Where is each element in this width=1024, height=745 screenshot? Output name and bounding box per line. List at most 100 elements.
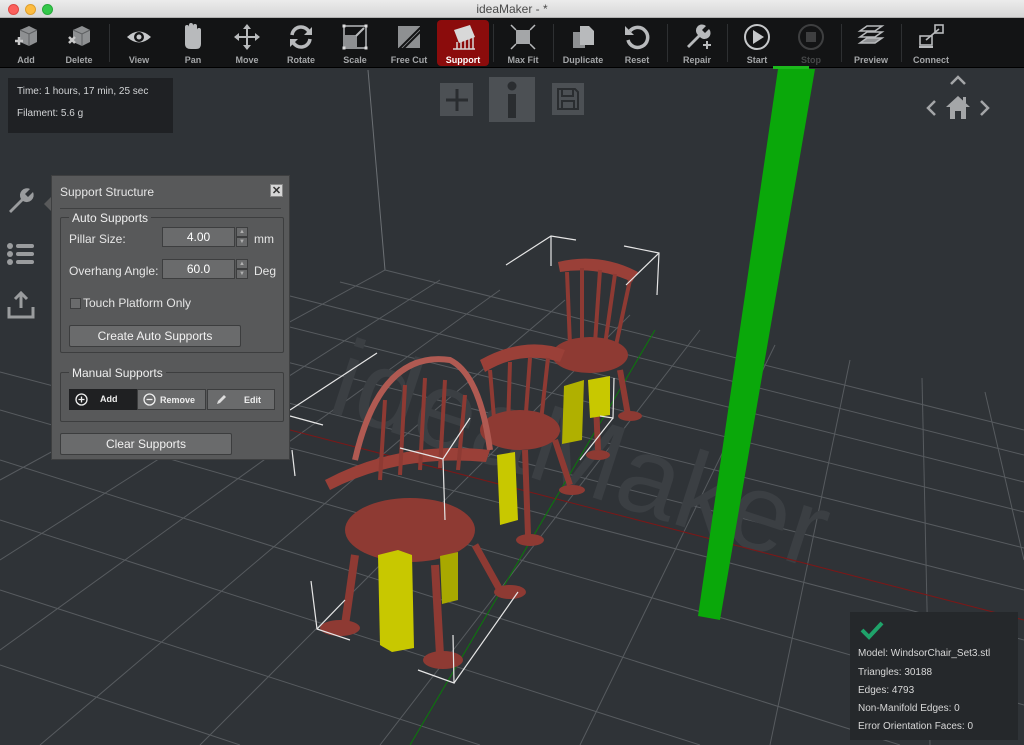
toolbar-support-button[interactable]: Support <box>437 20 489 66</box>
pillar-size-decrement[interactable]: ▼ <box>236 237 248 247</box>
toolbar-preview-button[interactable]: Preview <box>845 20 897 66</box>
panel-close-button[interactable]: ✕ <box>270 184 283 197</box>
toolbar-stop-label: Stop <box>801 55 821 65</box>
free-cut-icon <box>398 26 422 50</box>
model-info-box: Model: WindsorChair_Set3.stl Triangles: … <box>850 612 1018 740</box>
filament-weight-text: Filament: 5.6 g <box>17 108 84 119</box>
toolbar-delete-button[interactable]: Delete <box>53 20 105 66</box>
manual-edit-button[interactable]: Edit <box>207 389 275 410</box>
toolbar-scale-button[interactable]: Scale <box>329 20 381 66</box>
layers-icon <box>857 25 885 44</box>
repair-wrench-icon <box>687 24 711 49</box>
toolbar-rotate-label: Rotate <box>286 55 315 65</box>
save-view-button[interactable] <box>552 83 584 115</box>
wrench-icon[interactable] <box>6 186 36 216</box>
toolbar-connect-button[interactable]: Connect <box>905 20 957 66</box>
rotate-icon <box>290 25 312 49</box>
toolbar-separator <box>553 24 554 62</box>
panel-title: Support Structure <box>60 185 155 199</box>
toolbar-add-label: Add <box>17 55 35 65</box>
save-disk-icon <box>557 88 579 110</box>
info-icon <box>507 81 517 118</box>
toolbar-support-label: Support <box>445 55 481 65</box>
pencil-icon <box>217 395 226 404</box>
manual-edit-label: Edit <box>244 395 261 405</box>
toolbar-scale-label: Scale <box>343 55 367 65</box>
stop-icon <box>798 24 824 50</box>
move-arrows-icon <box>234 24 260 50</box>
toolbar-separator <box>667 24 668 62</box>
auto-supports-legend: Auto Supports <box>69 211 152 225</box>
toolbar-repair-button[interactable]: Repair <box>671 20 723 66</box>
overhang-angle-unit: Deg <box>254 264 277 278</box>
toolbar-reset-button[interactable]: Reset <box>611 20 663 66</box>
panel-divider <box>60 208 281 209</box>
duplicate-icon <box>573 26 594 48</box>
toolbar-separator <box>109 24 110 62</box>
toolbar-max-fit-label: Max Fit <box>507 55 539 65</box>
max-fit-icon <box>510 24 536 50</box>
pillar-size-input[interactable] <box>162 227 235 247</box>
auto-supports-group: Auto Supports Pillar Size: ▲▼ mm Overhan… <box>60 211 284 353</box>
support-structure-panel: Support Structure ✕ Auto Supports Pillar… <box>51 175 290 460</box>
manual-supports-group: Manual Supports Add Remove Edit <box>60 366 284 422</box>
info-button[interactable] <box>489 77 535 122</box>
main-toolbar: Add Delete View Pan Move Rotate Scale Fr… <box>0 18 1024 68</box>
create-auto-supports-button[interactable]: Create Auto Supports <box>69 325 241 347</box>
toolbar-free-cut-button[interactable]: Free Cut <box>383 20 435 66</box>
add-circle-icon <box>75 393 88 406</box>
overhang-angle-decrement[interactable]: ▼ <box>236 269 248 279</box>
toolbar-max-fit-button[interactable]: Max Fit <box>497 20 549 66</box>
add-view-button[interactable] <box>440 83 473 116</box>
manual-supports-legend: Manual Supports <box>69 366 166 380</box>
pillar-size-label: Pillar Size: <box>69 232 126 246</box>
print-estimate-box: Time: 1 hours, 17 min, 25 sec Filament: … <box>8 78 173 133</box>
nav-left-icon[interactable] <box>924 98 938 118</box>
pillar-size-increment[interactable]: ▲ <box>236 227 248 237</box>
touch-platform-checkbox[interactable] <box>70 298 81 309</box>
remove-circle-icon <box>143 393 156 406</box>
toolbar-view-label: View <box>128 55 150 65</box>
nav-right-icon[interactable] <box>978 98 992 118</box>
toolbar-repair-label: Repair <box>682 55 711 65</box>
wall-edge-line <box>367 69 386 271</box>
toolbar-start-label: Start <box>746 55 768 65</box>
toolbar-view-button[interactable]: View <box>113 20 165 66</box>
toolbar-separator <box>493 24 494 62</box>
toolbar-free-cut-label: Free Cut <box>390 55 428 65</box>
print-time-text: Time: 1 hours, 17 min, 25 sec <box>17 86 149 97</box>
toolbar-duplicate-button[interactable]: Duplicate <box>557 20 609 66</box>
manual-remove-label: Remove <box>160 395 196 405</box>
toolbar-rotate-button[interactable]: Rotate <box>275 20 327 66</box>
toolbar-separator <box>727 24 728 62</box>
toolbar-duplicate-label: Duplicate <box>562 55 604 65</box>
reset-icon <box>625 25 650 50</box>
toolbar-stop-button[interactable]: Stop <box>785 20 837 66</box>
toolbar-delete-label: Delete <box>65 55 93 65</box>
toolbar-preview-label: Preview <box>853 55 889 65</box>
toolbar-start-button[interactable]: Start <box>731 20 783 66</box>
overhang-angle-input[interactable] <box>162 259 235 279</box>
eye-icon <box>127 31 151 43</box>
toolbar-separator <box>901 24 902 62</box>
plus-icon <box>445 88 468 111</box>
edges-count-text: Edges: 4793 <box>858 685 915 696</box>
checkmark-icon <box>860 621 884 640</box>
list-icon[interactable] <box>6 239 36 269</box>
toolbar-pan-label: Pan <box>184 55 202 65</box>
manual-remove-button[interactable]: Remove <box>137 389 206 410</box>
toolbar-pan-button[interactable]: Pan <box>167 20 219 66</box>
toolbar-add-button[interactable]: Add <box>0 20 52 66</box>
touch-platform-label[interactable]: Touch Platform Only <box>83 296 191 310</box>
toolbar-move-button[interactable]: Move <box>221 20 273 66</box>
nav-up-icon[interactable] <box>948 74 968 86</box>
toolbar-separator <box>841 24 842 62</box>
home-view-icon[interactable] <box>944 94 972 120</box>
manual-add-label: Add <box>100 394 118 404</box>
play-icon <box>744 24 770 50</box>
clear-supports-button[interactable]: Clear Supports <box>60 433 232 455</box>
upload-icon[interactable] <box>6 290 36 320</box>
overhang-angle-increment[interactable]: ▲ <box>236 259 248 269</box>
manual-add-button[interactable]: Add <box>69 389 137 410</box>
pillar-size-unit: mm <box>254 232 274 246</box>
